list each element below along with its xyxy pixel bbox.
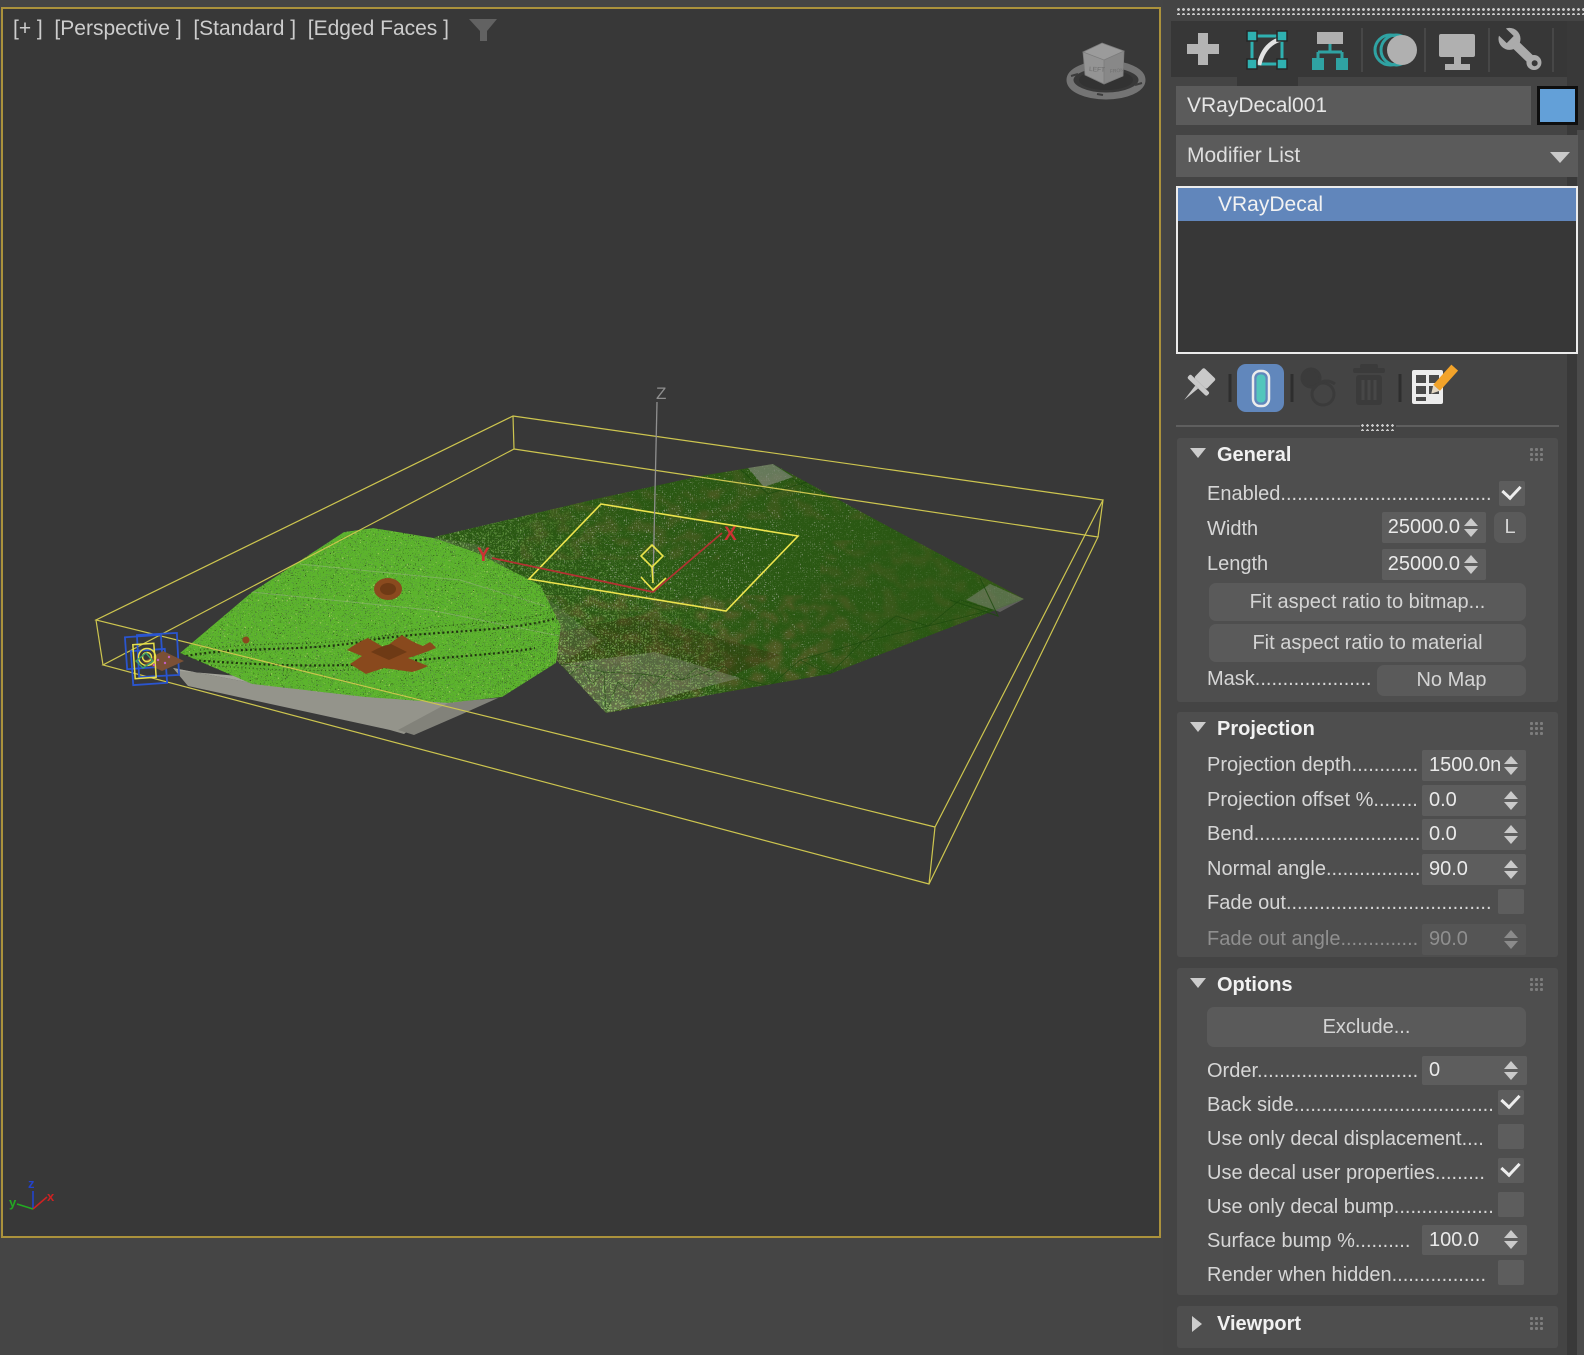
svg-text:Y: Y (477, 545, 490, 566)
svg-text:X: X (724, 524, 737, 545)
svg-text:[+ ] [Perspective ] [Standar: [+ ] [Perspective ] [Standard ] [Edged F… (13, 17, 449, 40)
svg-text:y: y (9, 1195, 17, 1210)
svg-text:LEFT: LEFT (1089, 66, 1105, 74)
svg-text:z: z (28, 1176, 35, 1191)
svg-text:Z: Z (656, 384, 666, 403)
svg-text:x: x (47, 1189, 55, 1204)
